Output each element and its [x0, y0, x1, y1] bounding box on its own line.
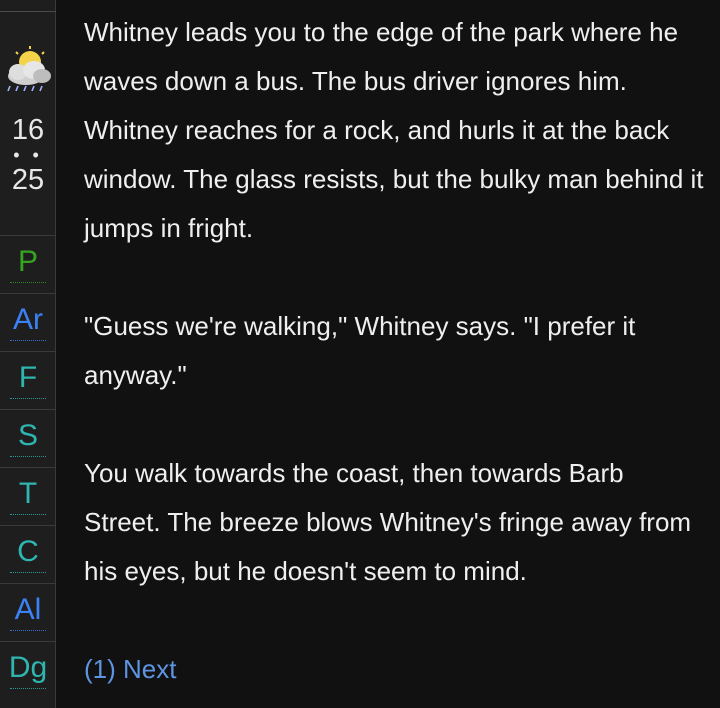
stat-label: P	[0, 244, 56, 283]
story-paragraph: You walk towards the coast, then towards…	[84, 458, 692, 586]
partly-cloudy-rain-icon	[2, 44, 54, 100]
story-paragraph: Whitney leads you to the edge of the par…	[84, 17, 704, 243]
game-clock: 16 • • 25	[0, 112, 56, 198]
stat-stress[interactable]: S	[0, 409, 56, 467]
clock-hour: 16	[11, 114, 45, 146]
sidebar: 16 • • 25 P Ar F S T C Al Dg	[0, 0, 56, 708]
story-paragraph: "Guess we're walking," Whitney says. "I …	[84, 311, 636, 390]
clock-minute: 25	[11, 164, 45, 196]
story-passage: Whitney leads you to the edge of the par…	[84, 8, 704, 694]
stat-purity[interactable]: P	[0, 235, 56, 293]
stat-fatigue[interactable]: F	[0, 351, 56, 409]
stat-arousal[interactable]: Ar	[0, 293, 56, 351]
stat-trauma[interactable]: T	[0, 467, 56, 525]
stat-label: Al	[0, 592, 56, 631]
next-link[interactable]: (1) Next	[84, 654, 176, 684]
clock-separator: • •	[13, 145, 43, 165]
stat-list: P Ar F S T C Al Dg	[0, 235, 56, 699]
stat-label: C	[0, 534, 56, 573]
stat-label: F	[0, 360, 56, 399]
stat-control[interactable]: C	[0, 525, 56, 583]
stat-danger[interactable]: Dg	[0, 641, 56, 699]
stat-label: Ar	[0, 302, 56, 341]
sidebar-top-divider	[0, 0, 56, 12]
stat-label: S	[0, 418, 56, 457]
stat-allure[interactable]: Al	[0, 583, 56, 641]
stat-label: T	[0, 476, 56, 515]
stat-label: Dg	[0, 650, 56, 689]
